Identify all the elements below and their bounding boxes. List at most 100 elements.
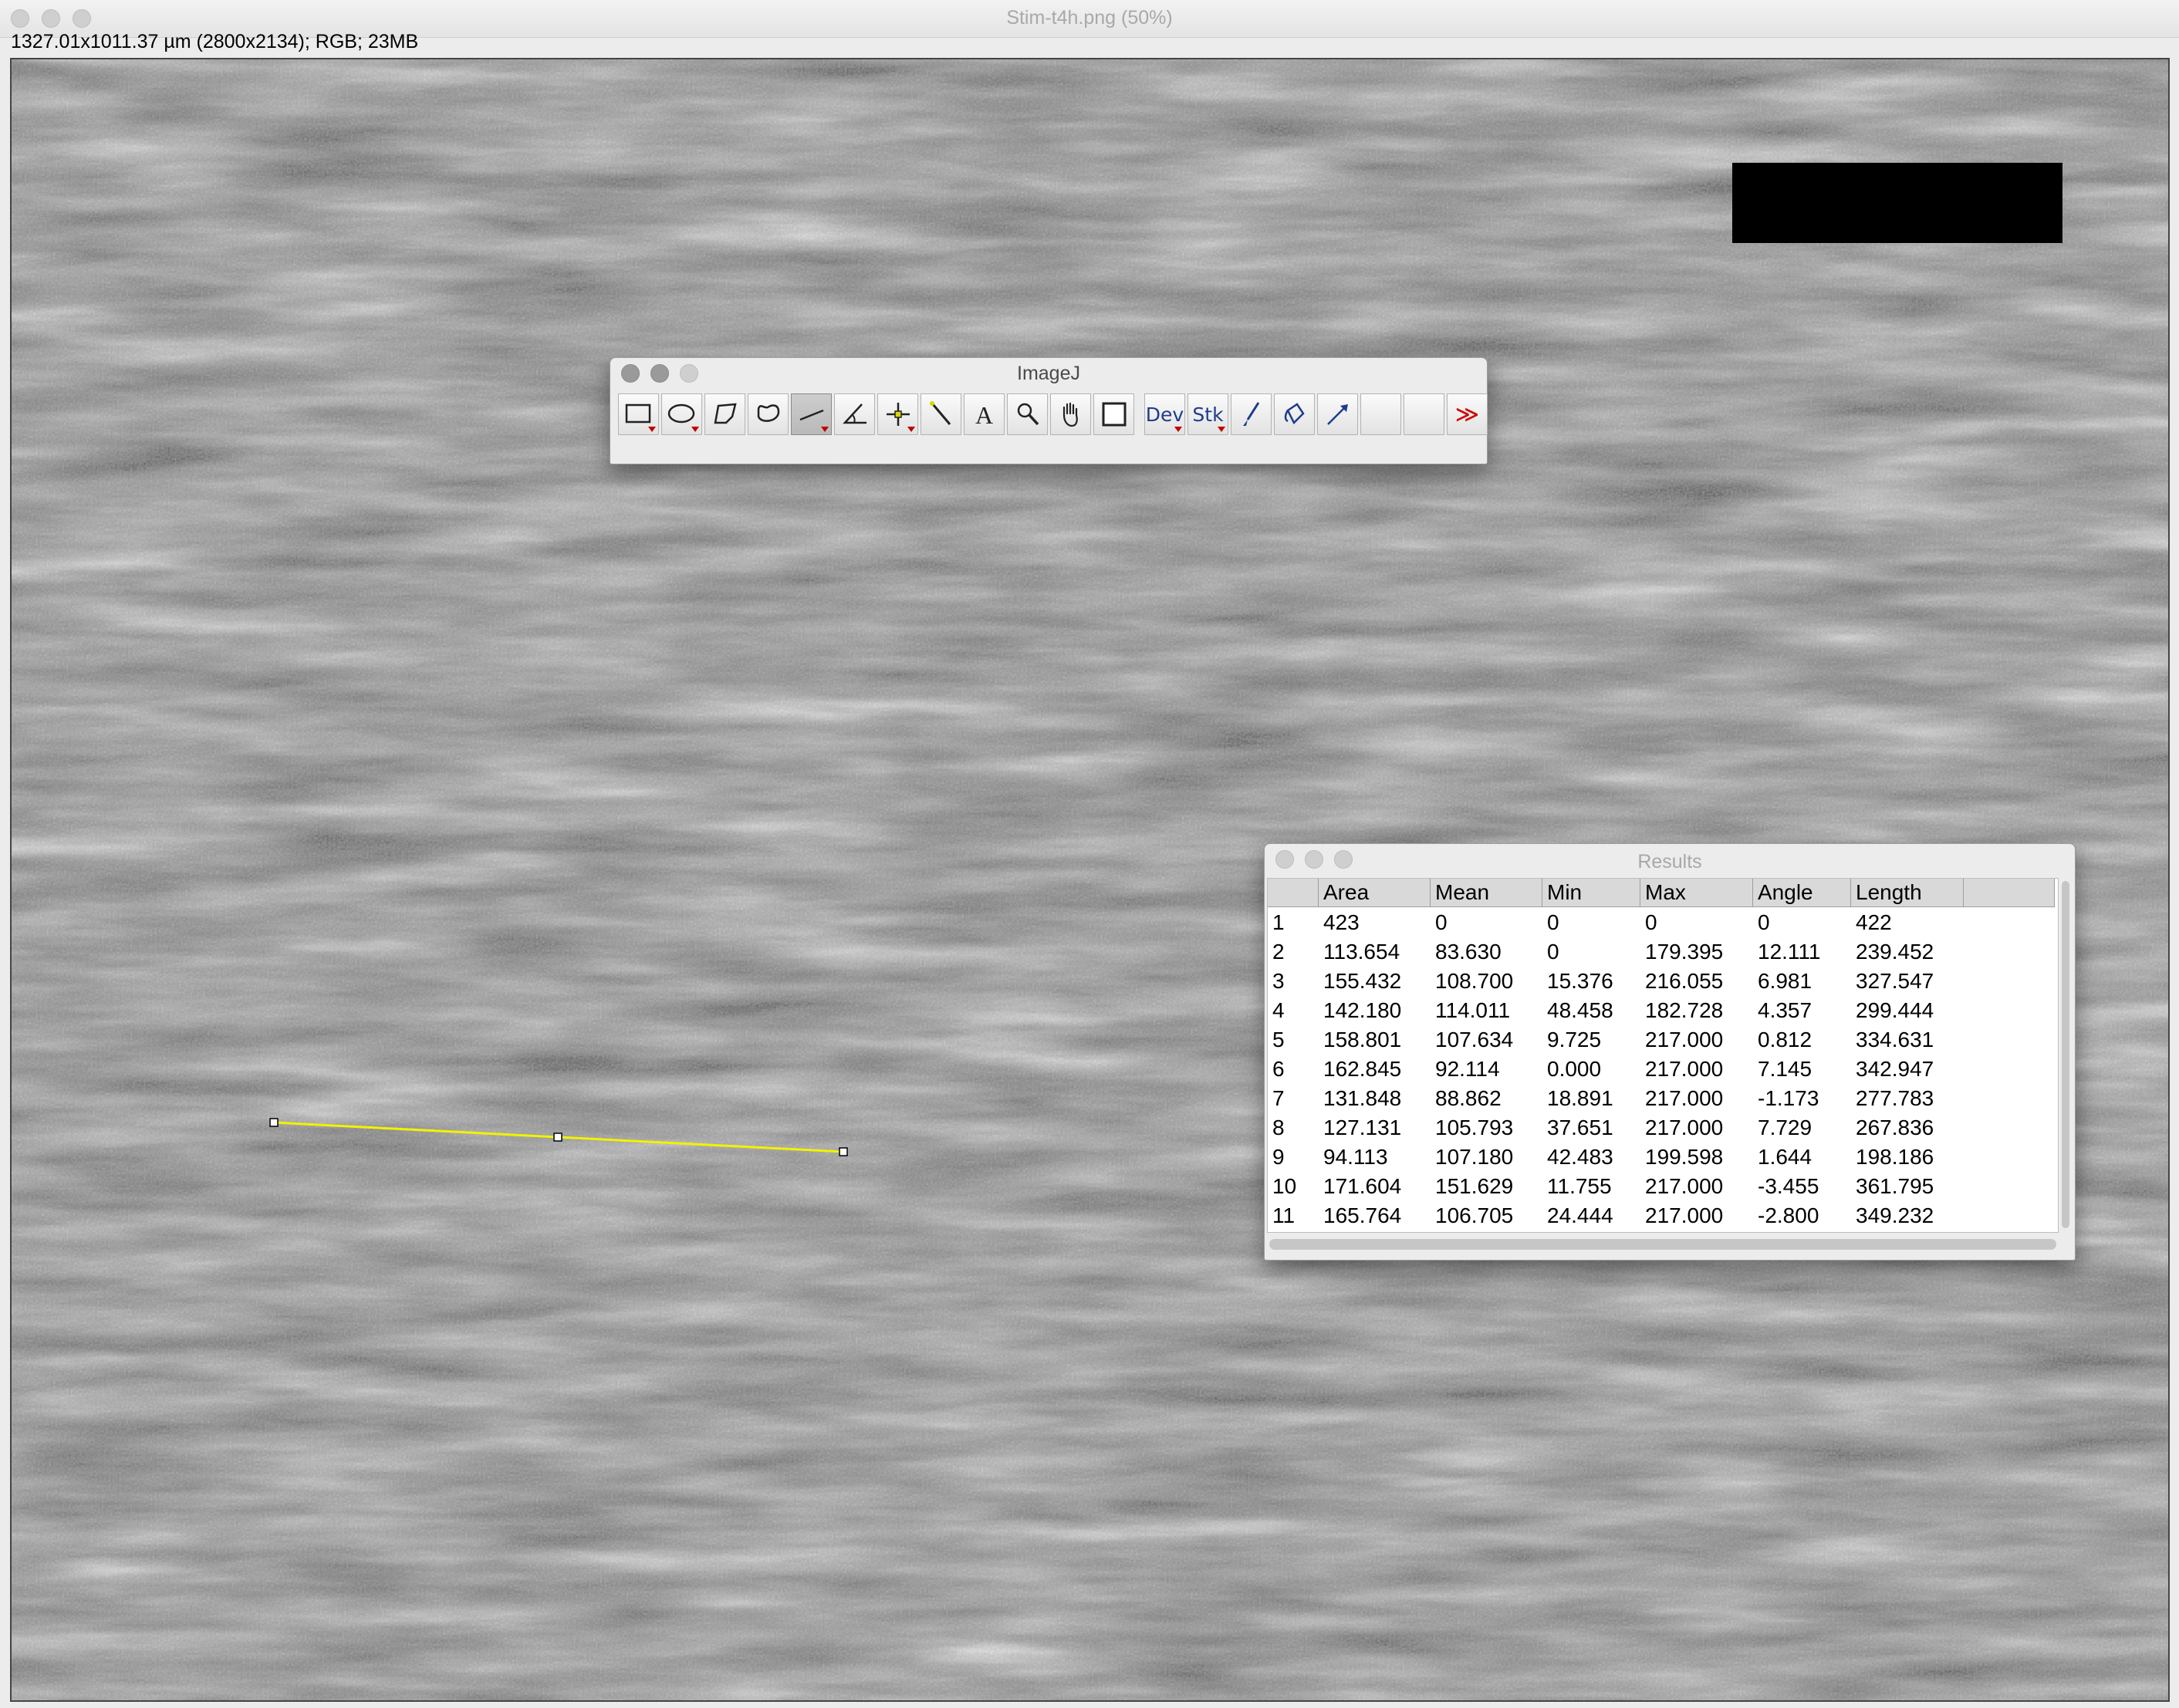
table-row[interactable]: 9 94.113 107.180 42.483 199.598 1.644 198.186 [1268, 1143, 1964, 1172]
brush-tool[interactable] [1231, 393, 1272, 435]
table-cell: 422 [1856, 910, 1892, 934]
flood-fill-icon [1284, 403, 1305, 425]
rectangle-icon [625, 403, 650, 424]
dev-menu-tool[interactable]: Dev [1144, 393, 1185, 435]
column-header[interactable]: Angle [1753, 879, 1851, 906]
column-header[interactable]: Length [1851, 879, 1964, 906]
tool-buttons: A Dev Stk ≫ [618, 393, 1490, 435]
table-row[interactable]: 2 113.654 83.630 0 179.395 12.111 239.452 [1268, 937, 1964, 967]
table-cell: 155.432 [1323, 969, 1402, 993]
tool-menu-indicator [648, 427, 656, 432]
table-row[interactable]: 11 165.764 106.705 24.444 217.000 -2.800 349.2… [1268, 1201, 1964, 1230]
angle-icon [842, 403, 867, 424]
table-cell: 217.000 [1645, 1057, 1724, 1081]
line-tool[interactable] [791, 393, 832, 435]
table-cell: 92.114 [1435, 1057, 1500, 1081]
rectangle-tool[interactable] [618, 393, 659, 435]
table-cell: 0 [1547, 940, 1559, 964]
brush-icon [1242, 402, 1259, 426]
pencil-tool[interactable] [1317, 393, 1358, 435]
vertical-scroll-thumb[interactable] [2062, 881, 2069, 1228]
text-tool[interactable]: A [964, 393, 1005, 435]
image-info-bar: 1327.01x1011.37 µm (2800x2134); RGB; 23M… [11, 31, 419, 52]
table-cell: 4.357 [1758, 998, 1812, 1022]
row-index-cell: 2 [1272, 940, 1285, 964]
row-index-cell: 1 [1272, 910, 1285, 934]
wand-tool[interactable] [921, 393, 961, 435]
table-row[interactable]: 10 171.604 151.629 11.755 217.000 -3.455 361.7… [1268, 1172, 1964, 1201]
table-cell: 0 [1645, 910, 1657, 934]
table-cell: 18.891 [1547, 1086, 1613, 1110]
polygon-icon [714, 403, 737, 424]
polygon-tool[interactable] [704, 393, 745, 435]
freehand-tool[interactable] [748, 393, 789, 435]
dev-icon: Dev [1145, 403, 1184, 426]
table-row[interactable]: 3 155.432 108.700 15.376 216.055 6.981 327.547 [1268, 967, 1964, 996]
table-cell: 239.452 [1856, 940, 1934, 964]
table-cell: 361.795 [1856, 1174, 1934, 1198]
wand-icon [929, 401, 951, 425]
table-cell: 198.186 [1856, 1145, 1934, 1169]
results-vertical-scrollbar[interactable] [2059, 879, 2073, 1230]
magnifier-tool[interactable] [1007, 393, 1048, 435]
imagej-titlebar[interactable]: ImageJ [610, 358, 1487, 389]
table-cell: 37.651 [1547, 1116, 1613, 1139]
results-titlebar[interactable]: Results [1265, 844, 2075, 875]
results-table[interactable]: Area Mean Min Max Angle Length 1 423 0 0 0 0 422 2 11… [1267, 878, 2059, 1233]
table-cell: 267.836 [1856, 1116, 1934, 1139]
imagej-toolbar-window: ImageJ A Dev Stk ≫ [610, 357, 1488, 464]
table-cell: 107.180 [1435, 1145, 1514, 1169]
color-picker-tool[interactable] [1093, 393, 1134, 435]
table-cell: -3.455 [1758, 1174, 1819, 1198]
table-row[interactable]: 6 162.845 92.114 0.000 217.000 7.145 342.947 [1268, 1055, 1964, 1084]
table-cell: 217.000 [1645, 1174, 1724, 1198]
column-header[interactable]: Mean [1431, 879, 1542, 906]
table-cell: 107.634 [1435, 1028, 1514, 1051]
row-index-cell: 4 [1272, 998, 1285, 1022]
tool-menu-indicator [691, 427, 699, 432]
point-tool[interactable] [877, 393, 918, 435]
double-chevron-right-icon: ≫ [1454, 400, 1480, 428]
table-cell: 7.145 [1758, 1057, 1812, 1081]
table-cell: 88.862 [1435, 1086, 1502, 1110]
table-cell: 334.631 [1856, 1028, 1934, 1051]
table-cell: 113.654 [1323, 940, 1400, 964]
results-horizontal-scrollbar[interactable] [1269, 1239, 2056, 1250]
table-cell: 83.630 [1435, 940, 1502, 964]
oval-tool[interactable] [661, 393, 702, 435]
empty-slot-1[interactable] [1360, 393, 1401, 435]
column-header[interactable]: Min [1542, 879, 1640, 906]
line-handle-mid [553, 1132, 562, 1142]
angle-tool[interactable] [834, 393, 875, 435]
table-cell: 131.848 [1323, 1086, 1402, 1110]
table-cell: 0 [1547, 910, 1559, 934]
row-index-cell: 5 [1272, 1028, 1285, 1051]
table-cell: 217.000 [1645, 1086, 1724, 1110]
table-row[interactable]: 7 131.848 88.862 18.891 217.000 -1.173 277.783 [1268, 1084, 1964, 1113]
column-header[interactable] [1964, 879, 2055, 906]
column-header[interactable] [1268, 879, 1319, 906]
table-cell: 7.729 [1758, 1116, 1812, 1139]
column-header[interactable]: Max [1640, 879, 1753, 906]
table-cell: -1.173 [1758, 1086, 1819, 1110]
table-cell: 165.764 [1323, 1203, 1402, 1227]
empty-slot-2[interactable] [1404, 393, 1444, 435]
table-cell: 423 [1323, 910, 1360, 934]
column-header[interactable]: Area [1319, 879, 1431, 906]
flood-fill-tool[interactable] [1274, 393, 1315, 435]
table-row[interactable]: 4 142.180 114.011 48.458 182.728 4.357 299.444 [1268, 996, 1964, 1025]
results-title: Results [1637, 851, 1702, 873]
more-tools[interactable]: ≫ [1447, 393, 1488, 435]
table-row[interactable]: 5 158.801 107.634 9.725 217.000 0.812 334.631 [1268, 1025, 1964, 1055]
arrow-pencil-icon [1326, 404, 1348, 425]
table-cell: 217.000 [1645, 1028, 1724, 1051]
table-row[interactable]: 8 127.131 105.793 37.651 217.000 7.729 267.836 [1268, 1113, 1964, 1143]
table-row[interactable]: 1 423 0 0 0 0 422 [1268, 908, 1964, 937]
table-cell: 24.444 [1547, 1203, 1613, 1227]
straight-line-icon [799, 409, 823, 421]
scroll-tool[interactable] [1050, 393, 1091, 435]
row-index-cell: 6 [1272, 1057, 1285, 1081]
stack-menu-tool[interactable]: Stk [1187, 393, 1228, 435]
text-icon: A [975, 401, 993, 429]
table-cell: 42.483 [1547, 1145, 1613, 1169]
